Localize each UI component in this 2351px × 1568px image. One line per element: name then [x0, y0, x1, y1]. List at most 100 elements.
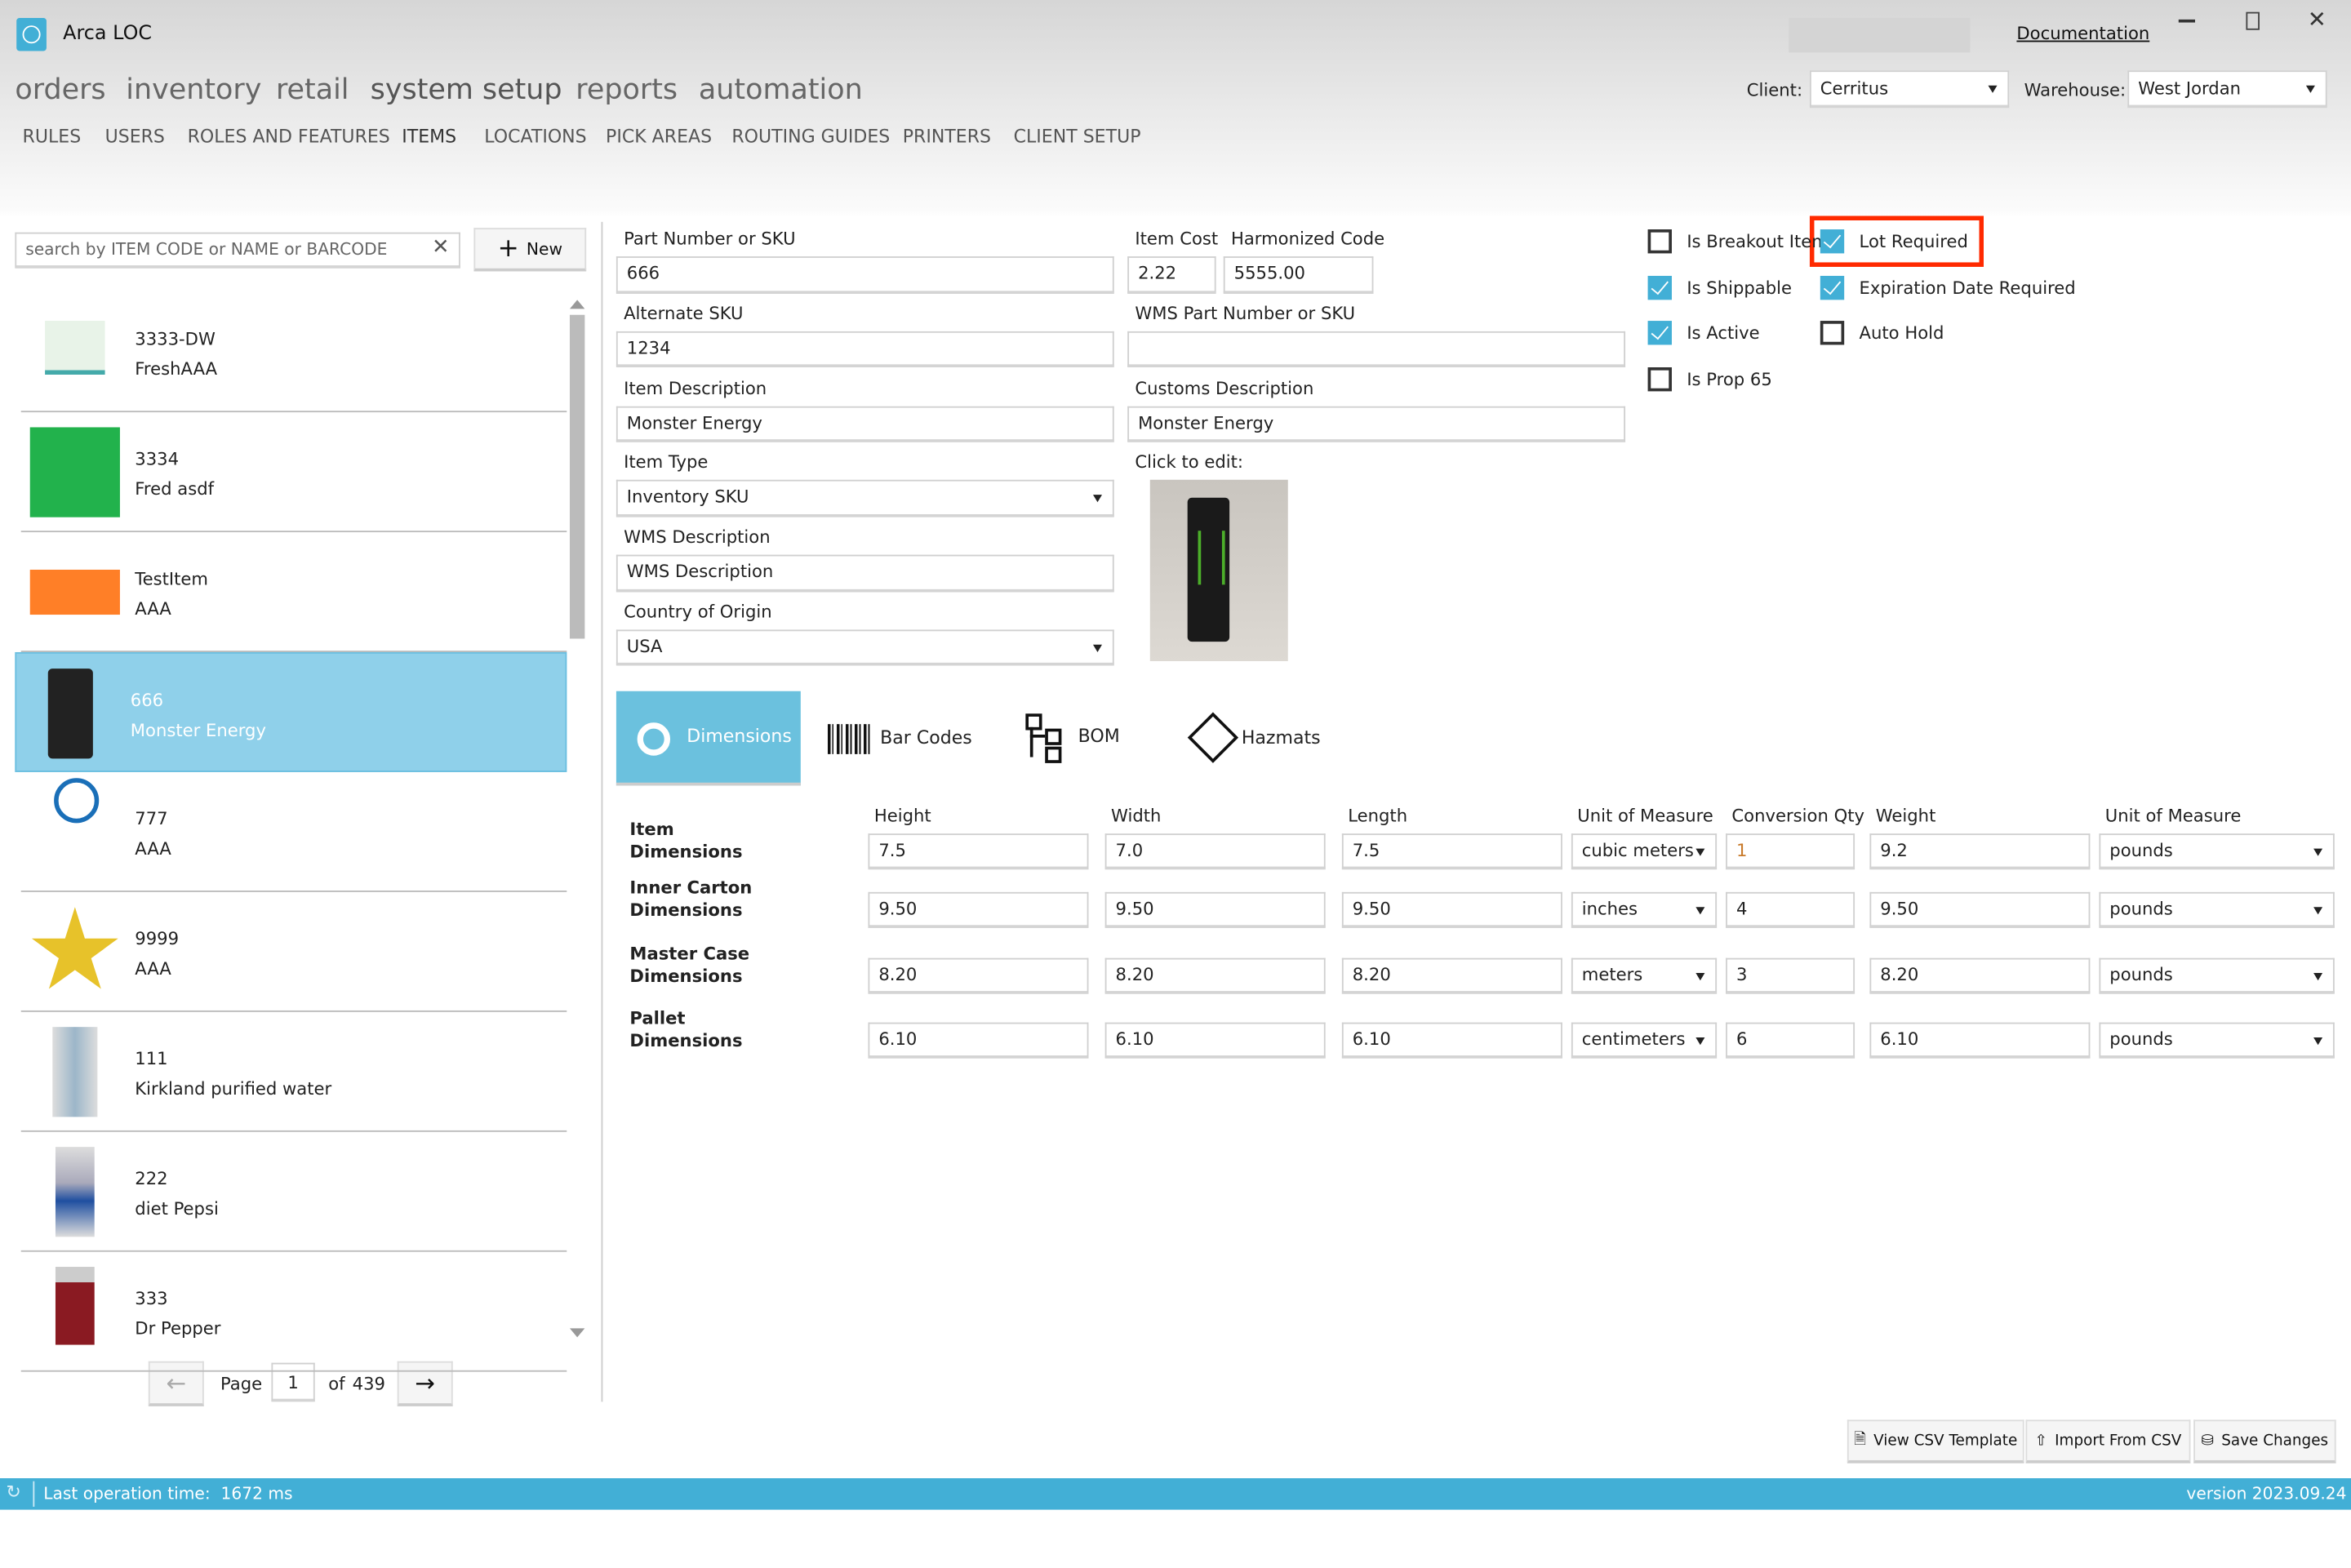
tab-dimensions-label: Dimensions — [687, 725, 792, 747]
dimension-row-label-text: Inner Carton Dimensions — [629, 877, 753, 921]
is-prop-65-checkbox[interactable] — [1647, 367, 1672, 392]
height-input[interactable]: 8.20 — [868, 957, 1089, 994]
save-changes-button[interactable]: ⛁ Save Changes — [2193, 1419, 2336, 1464]
length-input[interactable]: 7.5 — [1341, 833, 1562, 870]
tab-dimensions[interactable]: Dimensions — [616, 691, 801, 786]
tab-roles-and-features[interactable]: ROLES AND FEATURES — [188, 126, 390, 147]
tab-items[interactable]: ITEMS — [402, 126, 456, 147]
length-input[interactable]: 6.10 — [1341, 1022, 1562, 1059]
list-item[interactable]: 222 diet Pepsi — [20, 1132, 567, 1252]
item-name: AAA — [135, 837, 171, 860]
clear-search-icon[interactable]: ✕ — [432, 235, 450, 259]
dimensions-icon — [637, 722, 671, 756]
tab-rules[interactable]: RULES — [23, 126, 82, 147]
scroll-up-icon[interactable] — [569, 300, 585, 309]
length-input[interactable]: 9.50 — [1341, 891, 1562, 928]
refresh-icon[interactable]: ↻ — [6, 1481, 20, 1503]
weight-unit-of-measure-select[interactable]: pounds — [2099, 891, 2335, 928]
view-csv-template-button[interactable]: 🗎 View CSV Template — [1847, 1419, 2024, 1464]
barcode-icon — [827, 724, 873, 754]
width-input[interactable]: 8.20 — [1104, 957, 1326, 994]
unit-of-measure-select[interactable]: meters — [1571, 957, 1718, 994]
tab-printers[interactable]: PRINTERS — [903, 126, 991, 147]
import-from-csv-button[interactable]: ⇧ Import From CSV — [2025, 1419, 2191, 1464]
documentation-link[interactable]: Documentation — [2016, 23, 2149, 44]
width-input[interactable]: 7.0 — [1104, 833, 1326, 870]
save-icon: ⛁ — [2201, 1433, 2215, 1450]
tab-users[interactable]: USERS — [105, 126, 165, 147]
is-active-checkbox[interactable] — [1647, 321, 1672, 345]
weight-input[interactable]: 6.10 — [1869, 1022, 2091, 1059]
nav-system-setup[interactable]: system setup — [371, 73, 562, 106]
tab-bom[interactable]: BOM — [1023, 704, 1143, 771]
part-number-input[interactable]: 666 — [616, 256, 1114, 295]
list-item[interactable]: 666 Monster Energy — [15, 651, 567, 772]
tab-locations[interactable]: LOCATIONS — [484, 126, 586, 147]
item-cost-input[interactable]: 2.22 — [1127, 256, 1216, 295]
width-input[interactable]: 6.10 — [1104, 1022, 1326, 1059]
list-item[interactable]: 777 AAA — [20, 772, 567, 892]
harmonized-code-input[interactable]: 5555.00 — [1223, 256, 1374, 295]
tab-pick-areas[interactable]: PICK AREAS — [606, 126, 712, 147]
scrollbar-thumb[interactable] — [569, 314, 585, 639]
weight-unit-of-measure-select[interactable]: pounds — [2099, 957, 2335, 994]
unit-of-measure-select[interactable]: inches — [1571, 891, 1718, 928]
item-description-input[interactable]: Monster Energy — [616, 406, 1114, 442]
wms-description-input[interactable]: WMS Description — [616, 554, 1114, 593]
list-item[interactable]: 3334 Fred asdf — [20, 412, 567, 533]
alternate-sku-input[interactable]: 1234 — [616, 331, 1114, 368]
list-scrollbar[interactable] — [569, 300, 585, 1338]
wms-part-number-input[interactable] — [1127, 331, 1626, 368]
weight-input[interactable]: 8.20 — [1869, 957, 2091, 994]
client-select[interactable]: Cerritus — [1809, 70, 2010, 109]
is-breakout-item-checkbox[interactable] — [1647, 229, 1672, 254]
nav-orders[interactable]: orders — [15, 73, 105, 106]
dimension-row-label-text: Pallet Dimensions — [629, 1007, 743, 1051]
unit-of-measure-select[interactable]: cubic meters — [1571, 833, 1718, 870]
conversion-qty-input[interactable]: 3 — [1726, 957, 1855, 994]
expiration-date-required-checkbox[interactable] — [1820, 275, 1845, 300]
weight-unit-of-measure-select[interactable]: pounds — [2099, 1022, 2335, 1059]
conversion-qty-input[interactable]: 1 — [1726, 833, 1855, 870]
list-item[interactable]: 333 Dr Pepper — [20, 1252, 567, 1372]
item-image[interactable] — [1149, 479, 1288, 662]
nav-inventory[interactable]: inventory — [126, 73, 261, 106]
list-item[interactable]: 3333-DW FreshAAA — [20, 292, 567, 413]
item-type-select[interactable]: Inventory SKU — [616, 479, 1114, 517]
nav-retail[interactable]: retail — [276, 73, 349, 106]
restore-button[interactable] — [2246, 11, 2260, 30]
weight-unit-of-measure-select[interactable]: pounds — [2099, 833, 2335, 870]
customs-description-label: Customs Description — [1135, 377, 1314, 399]
list-item[interactable]: TestItem AAA — [20, 532, 567, 652]
unit-of-measure-select[interactable]: centimeters — [1571, 1022, 1718, 1059]
tab-client-setup[interactable]: CLIENT SETUP — [1014, 126, 1141, 147]
new-item-button[interactable]: + New — [473, 228, 587, 272]
conversion-qty-input[interactable]: 6 — [1726, 1022, 1855, 1059]
scroll-down-icon[interactable] — [569, 1328, 585, 1338]
list-item[interactable]: 9999 AAA — [20, 892, 567, 1012]
close-button[interactable]: ✕ — [2308, 6, 2327, 33]
conversion-qty-input[interactable]: 4 — [1726, 891, 1855, 928]
minimize-button[interactable] — [2178, 19, 2195, 22]
customs-description-input[interactable]: Monster Energy — [1127, 406, 1626, 442]
auto-hold-checkbox[interactable] — [1820, 321, 1845, 345]
warehouse-select[interactable]: West Jordan — [2127, 70, 2327, 109]
length-input[interactable]: 8.20 — [1341, 957, 1562, 994]
is-shippable-checkbox[interactable] — [1647, 275, 1672, 300]
height-input[interactable]: 9.50 — [868, 891, 1089, 928]
pepsi-can-thumbnail — [55, 1147, 95, 1237]
nav-reports[interactable]: reports — [576, 73, 678, 106]
list-item[interactable]: 111 Kirkland purified water — [20, 1012, 567, 1132]
height-input[interactable]: 6.10 — [868, 1022, 1089, 1059]
height-input[interactable]: 7.5 — [868, 833, 1089, 870]
tab-routing-guides[interactable]: ROUTING GUIDES — [731, 126, 890, 147]
nav-automation[interactable]: automation — [699, 73, 863, 106]
search-input[interactable]: search by ITEM CODE or NAME or BARCODE — [15, 232, 460, 269]
width-input[interactable]: 9.50 — [1104, 891, 1326, 928]
tab-hazmats[interactable]: Hazmats — [1184, 704, 1335, 771]
tab-bar-codes[interactable]: Bar Codes — [824, 704, 989, 771]
weight-input[interactable]: 9.2 — [1869, 833, 2091, 870]
weight-input[interactable]: 9.50 — [1869, 891, 2091, 928]
country-select[interactable]: USA — [616, 629, 1114, 666]
lot-required-checkbox[interactable] — [1820, 229, 1845, 254]
